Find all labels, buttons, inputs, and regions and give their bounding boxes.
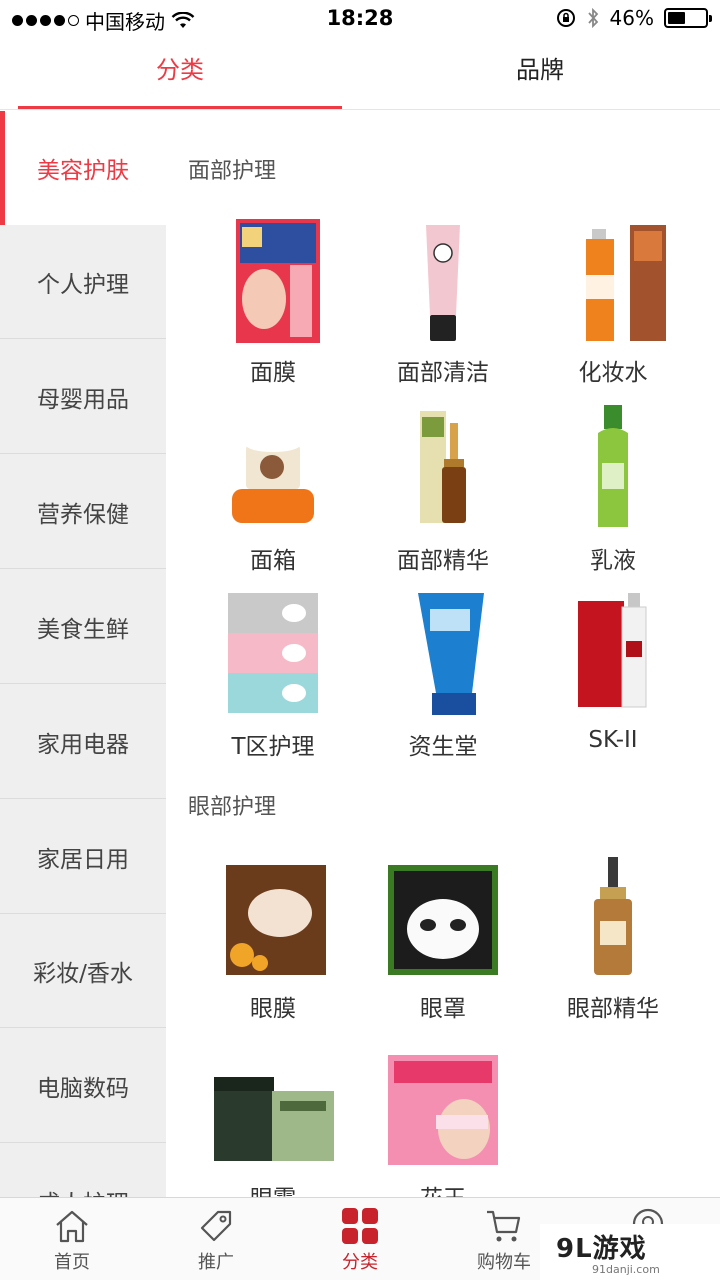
home-icon: [56, 1210, 88, 1243]
product-face-cleanser[interactable]: 面部清洁: [358, 215, 528, 395]
status-bar: 中国移动 18:28 46%: [0, 0, 720, 38]
product-eye-serum[interactable]: 眼部精华: [528, 851, 698, 1031]
product-label: 面部精华: [397, 548, 489, 574]
product-label: 花王: [420, 1179, 466, 1197]
serum-dropper-icon: [378, 403, 508, 533]
product-kao[interactable]: 花王: [358, 1041, 528, 1197]
watermark-url: 91danji.com: [592, 1263, 660, 1276]
cream-jar-icon: [208, 403, 338, 533]
face-mask-product-icon: [208, 215, 338, 345]
steam-eye-mask-icon: [378, 1041, 508, 1171]
nav-category[interactable]: 分类: [288, 1198, 432, 1280]
status-right: 46%: [556, 6, 712, 30]
product-label: SK-II: [588, 727, 638, 753]
eye-serum-dropper-icon: [548, 851, 678, 981]
tab-category[interactable]: 分类: [18, 38, 342, 110]
product-t-zone[interactable]: T区护理: [188, 589, 358, 769]
product-cream-box[interactable]: 面箱: [188, 403, 358, 583]
nav-label: 推广: [198, 1252, 234, 1273]
active-tab-indicator: [18, 106, 342, 109]
product-shiseido[interactable]: 资生堂: [358, 589, 528, 769]
product-lotion[interactable]: 乳液: [528, 403, 698, 583]
product-label: 乳液: [590, 548, 636, 574]
lotion-bottle-icon: [548, 403, 678, 533]
sidebar-item-appliances[interactable]: 家用电器: [0, 685, 166, 799]
nav-promotion[interactable]: 推广: [144, 1198, 288, 1280]
battery-icon: [664, 8, 712, 28]
product-skii[interactable]: SK-II: [528, 589, 698, 769]
cleanser-tube-icon: [378, 215, 508, 345]
battery-percent: 46%: [609, 6, 654, 30]
nav-label: 首页: [54, 1252, 90, 1273]
product-label: 面膜: [250, 360, 296, 386]
sidebar-item-beauty[interactable]: 美容护肤: [0, 111, 166, 225]
blue-cleanser-tube-icon: [378, 589, 508, 719]
eye-cream-jars-icon: [208, 1041, 338, 1171]
eye-mask-pack-icon: [208, 851, 338, 981]
top-tab-bar: 分类 品牌: [0, 38, 720, 110]
tag-icon: [200, 1210, 232, 1242]
sidebar-item-adult-care[interactable]: 成人护理: [0, 1144, 166, 1197]
section-title-face-care: 面部护理: [188, 159, 277, 184]
product-eye-cream[interactable]: 眼霜: [188, 1041, 358, 1197]
section-title-eye-care: 眼部护理: [188, 795, 277, 820]
skii-box-bottle-icon: [548, 589, 678, 719]
product-eye-cover[interactable]: 眼罩: [358, 851, 528, 1031]
sidebar-item-baby[interactable]: 母婴用品: [0, 340, 166, 454]
product-eye-mask[interactable]: 眼膜: [188, 851, 358, 1031]
nose-strip-pack-icon: [208, 589, 338, 719]
category-sidebar: 美容护肤 个人护理 母婴用品 营养保健 美食生鲜 家用电器 家居日用 彩妆/香水…: [0, 111, 166, 1197]
rotation-lock-icon: [556, 9, 575, 27]
tab-brand[interactable]: 品牌: [360, 38, 720, 110]
panda-eye-mask-icon: [378, 851, 508, 981]
product-label: 眼膜: [250, 996, 296, 1022]
bluetooth-icon: [587, 7, 598, 29]
product-label: 眼霜: [250, 1179, 296, 1197]
product-label: 眼部精华: [567, 996, 659, 1022]
product-label: 化妆水: [578, 360, 648, 386]
watermark-logo: 9L游戏: [556, 1234, 647, 1264]
toner-bottles-icon: [548, 215, 678, 345]
product-label: 面箱: [250, 548, 296, 574]
sidebar-item-digital[interactable]: 电脑数码: [0, 1029, 166, 1143]
product-label: 资生堂: [408, 734, 478, 760]
category-grid-icon: [342, 1208, 378, 1244]
product-label: T区护理: [231, 734, 315, 760]
sidebar-item-makeup[interactable]: 彩妆/香水: [0, 914, 166, 1028]
cart-icon: [487, 1210, 521, 1242]
product-label: 眼罩: [420, 996, 466, 1022]
product-face-mask[interactable]: 面膜: [188, 215, 358, 395]
site-watermark: 9L游戏 91danji.com: [540, 1224, 720, 1280]
category-content: 面部护理 面膜 面部清洁 化妆水 面箱 面部精华 乳液 T区护理 资生堂 SK-…: [166, 111, 720, 1197]
sidebar-item-personal-care[interactable]: 个人护理: [0, 225, 166, 339]
nav-label: 购物车: [477, 1252, 531, 1273]
sidebar-item-food[interactable]: 美食生鲜: [0, 570, 166, 684]
sidebar-item-nutrition[interactable]: 营养保健: [0, 455, 166, 569]
product-label: 面部清洁: [397, 360, 489, 386]
product-face-serum[interactable]: 面部精华: [358, 403, 528, 583]
product-toner[interactable]: 化妆水: [528, 215, 698, 395]
sidebar-item-home[interactable]: 家居日用: [0, 800, 166, 914]
nav-home[interactable]: 首页: [0, 1198, 144, 1280]
nav-label: 分类: [342, 1252, 378, 1273]
